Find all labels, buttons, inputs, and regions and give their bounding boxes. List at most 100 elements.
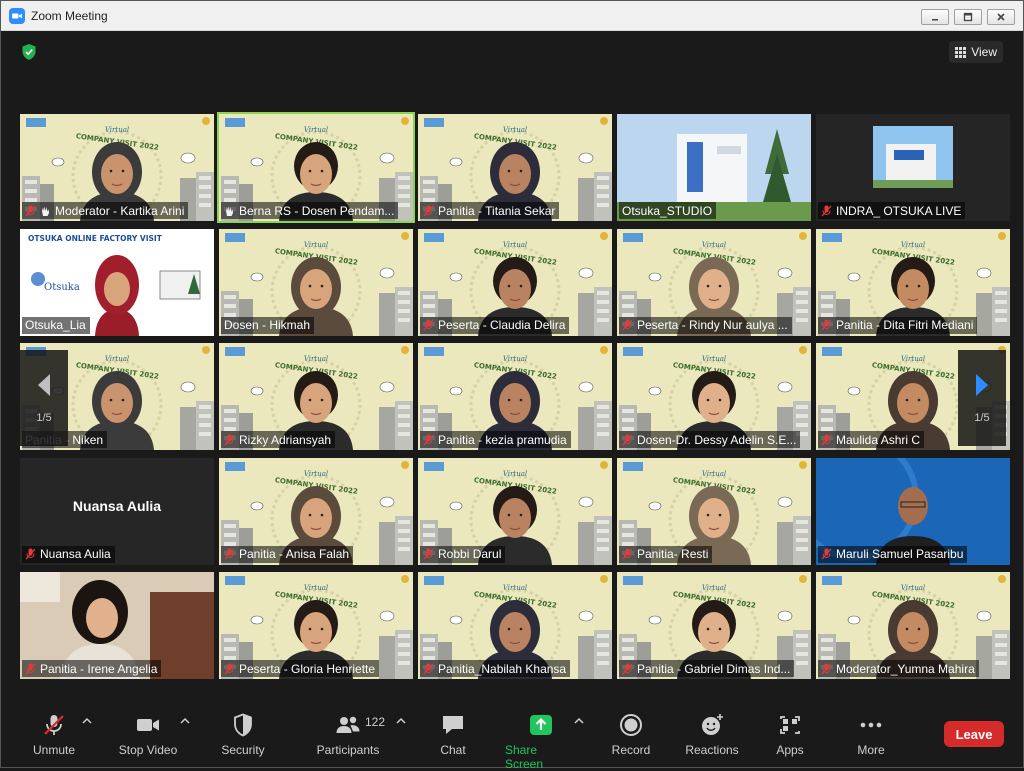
participant-name: Panitia - Anisa Falah [239, 547, 350, 561]
poster-tag-text: Virtual [503, 126, 527, 134]
poster-tag-text: Virtual [503, 584, 527, 592]
participant-video-tile[interactable]: COMPANY VISIT 2022 Virtual Panitia - Titan… [418, 114, 612, 221]
participant-name: Rizky Adriansyah [239, 432, 332, 447]
share-screen-button[interactable]: Share Screen [505, 713, 577, 771]
security-button[interactable]: Security [219, 713, 267, 757]
page-indicator-left: 1/5 [36, 412, 52, 424]
participant-name-bar: Berna RS - Dosen Pendam... [221, 202, 399, 219]
participant-video-tile[interactable]: COMPANY VISIT 2022 Virtual Moderator - Kar… [20, 114, 214, 221]
more-button[interactable]: More [855, 713, 887, 757]
maximize-button[interactable] [954, 9, 982, 25]
zoom-app-icon [9, 7, 25, 24]
unmute-button[interactable]: Unmute [31, 713, 77, 757]
apps-button[interactable]: Apps [775, 713, 805, 757]
participant-video-tile[interactable]: COMPANY VISIT 2022 Virtual Dosen - Hikmah [219, 228, 413, 336]
participant-video-tile[interactable]: COMPANY VISIT 2022 Virtual Peserta - Rindy… [617, 228, 811, 336]
participant-video-tile[interactable]: COMPANY VISIT 2022 Virtual Panitia- Resti [617, 457, 811, 565]
audio-options-caret-icon[interactable] [82, 717, 92, 725]
muted-microphone-icon [622, 548, 633, 560]
window-title: Zoom Meeting [31, 8, 108, 23]
minimize-button[interactable] [921, 9, 949, 25]
share-options-caret-icon[interactable] [574, 717, 584, 725]
leave-button[interactable]: Leave [944, 721, 1004, 747]
participant-video-tile[interactable]: COMPANY VISIT 2022 Virtual Moderator_Yumna… [816, 572, 1010, 679]
participant-video-tile[interactable]: COMPANY VISIT 2022 Virtual Rizky Adriansya… [219, 343, 413, 450]
record-label: Record [611, 743, 651, 757]
participant-name-bar: Otsuka_Lia [22, 316, 90, 334]
participant-name: Panitia - Titania Sekar [438, 203, 556, 218]
muted-microphone-icon [224, 548, 235, 560]
participant-name-bar: Panitia - Titania Sekar [420, 202, 560, 219]
participant-video-tile[interactable]: COMPANY VISIT 2022 Virtual Panitia - Dita … [816, 228, 1010, 336]
next-page-button[interactable]: 1/5 [958, 350, 1006, 446]
participant-name: Panitia - Dita Fitri Mediani [836, 318, 974, 332]
participant-name: Peserta - Rindy Nur aulya ... [637, 318, 788, 332]
participant-name-bar: Panitia- Resti [619, 545, 713, 563]
participant-name: Panitia - Gabriel Dimas Ind... [637, 661, 791, 676]
participant-name: Peserta - Gloria Henriette [239, 661, 376, 676]
participant-video-tile[interactable]: COMPANY VISIT 2022 Virtual Robbi Darul [418, 457, 612, 565]
participant-name: Panitia - kezia pramudia [438, 432, 567, 447]
poster-tag-text: Virtual [702, 355, 726, 363]
chevron-left-icon [38, 374, 50, 396]
participant-name-bar: Robbi Darul [420, 545, 506, 563]
reactions-button[interactable]: Reactions [684, 713, 740, 757]
participant-name-bar: Maulida Ashri C [818, 431, 925, 448]
participant-name: Panitia_Nabilah Khansa [438, 661, 567, 676]
participant-video-tile[interactable]: COMPANY VISIT 2022 Virtual Peserta - Glori… [219, 572, 413, 679]
participant-video-tile[interactable]: INDRA_ OTSUKA LIVE [816, 114, 1010, 221]
stop-video-button[interactable]: Stop Video [116, 713, 180, 757]
poster-tag-text: Virtual [304, 241, 328, 249]
security-shield-icon [234, 713, 252, 737]
muted-microphone-icon [821, 434, 832, 445]
video-camera-icon [137, 719, 159, 731]
otsuka-logo-text: Otsuka [44, 282, 80, 293]
muted-microphone-icon [622, 434, 633, 445]
poster-tag-text: Virtual [503, 355, 527, 363]
participant-video-tile[interactable]: COMPANY VISIT 2022 Virtual Panitia - Gabri… [617, 572, 811, 679]
record-button[interactable]: Record [610, 713, 652, 757]
participant-video-tile[interactable]: COMPANY VISIT 2022 Virtual Panitia_Nabilah… [418, 572, 612, 679]
participant-name-bar: Peserta - Claudia Delira [420, 316, 570, 334]
share-screen-arrow-icon [530, 715, 552, 735]
participant-video-tile[interactable]: COMPANY VISIT 2022 Virtual Panitia - kezia… [418, 343, 612, 450]
chevron-right-icon [976, 374, 988, 396]
security-shield-icon[interactable] [21, 43, 37, 61]
meeting-area: View COMPANY VISIT 2022 Virtual Moderator … [1, 32, 1023, 703]
participant-name-bar: Panitia - kezia pramudia [420, 431, 571, 448]
muted-microphone-icon [423, 548, 434, 560]
title-bar: Zoom Meeting [1, 1, 1023, 31]
video-options-caret-icon[interactable] [180, 717, 190, 725]
participant-video-tile[interactable]: COMPANY VISIT 2022 Virtual Dosen-Dr. Dessy… [617, 343, 811, 450]
zoom-window: Zoom Meeting View COMPANY VISIT 2022 Virt… [0, 0, 1024, 771]
participant-name: INDRA_ OTSUKA LIVE [836, 203, 962, 218]
muted-microphone-icon [423, 663, 434, 674]
security-label: Security [221, 743, 265, 757]
close-icon [997, 13, 1005, 21]
meeting-toolbar: Unmute Stop Video Security Participants … [1, 703, 1023, 771]
participant-video-tile[interactable]: Maruli Samuel Pasaribu [816, 457, 1010, 565]
raised-hand-icon [42, 206, 49, 216]
factory-visit-banner: OTSUKA ONLINE FACTORY VISIT [28, 234, 163, 243]
record-icon [620, 714, 642, 736]
poster-tag-text: Virtual [304, 470, 328, 478]
participant-video-tile[interactable]: Otsuka_STUDIO [617, 114, 811, 221]
participants-options-caret-icon[interactable] [396, 717, 406, 725]
participant-video-tile[interactable]: Panitia - Irene Angelia [20, 572, 214, 679]
participants-label: Participants [316, 743, 380, 757]
poster-tag-text: Virtual [503, 241, 527, 249]
close-button[interactable] [987, 9, 1015, 25]
raised-hand-icon [226, 206, 233, 216]
view-button[interactable]: View [949, 41, 1003, 63]
chat-label: Chat [440, 743, 466, 757]
previous-page-button[interactable]: 1/5 [20, 350, 68, 446]
participant-name: Berna RS - Dosen Pendam... [239, 203, 395, 218]
participant-video-tile[interactable]: OTSUKA ONLINE FACTORY VISIT Otsuka Otsuka_… [20, 228, 214, 336]
participant-video-tile[interactable]: COMPANY VISIT 2022 Virtual Peserta - Claud… [418, 228, 612, 336]
stop-video-label: Stop Video [118, 743, 178, 757]
participant-video-tile[interactable]: Nuansa Aulia Nuansa Aulia [20, 457, 214, 565]
participant-name-bar: Peserta - Gloria Henriette [221, 660, 380, 677]
chat-button[interactable]: Chat [438, 713, 468, 757]
participant-video-tile[interactable]: COMPANY VISIT 2022 Virtual Panitia - Anisa… [219, 457, 413, 565]
participant-video-tile[interactable]: COMPANY VISIT 2022 Virtual Berna RS - Dose… [217, 112, 415, 223]
